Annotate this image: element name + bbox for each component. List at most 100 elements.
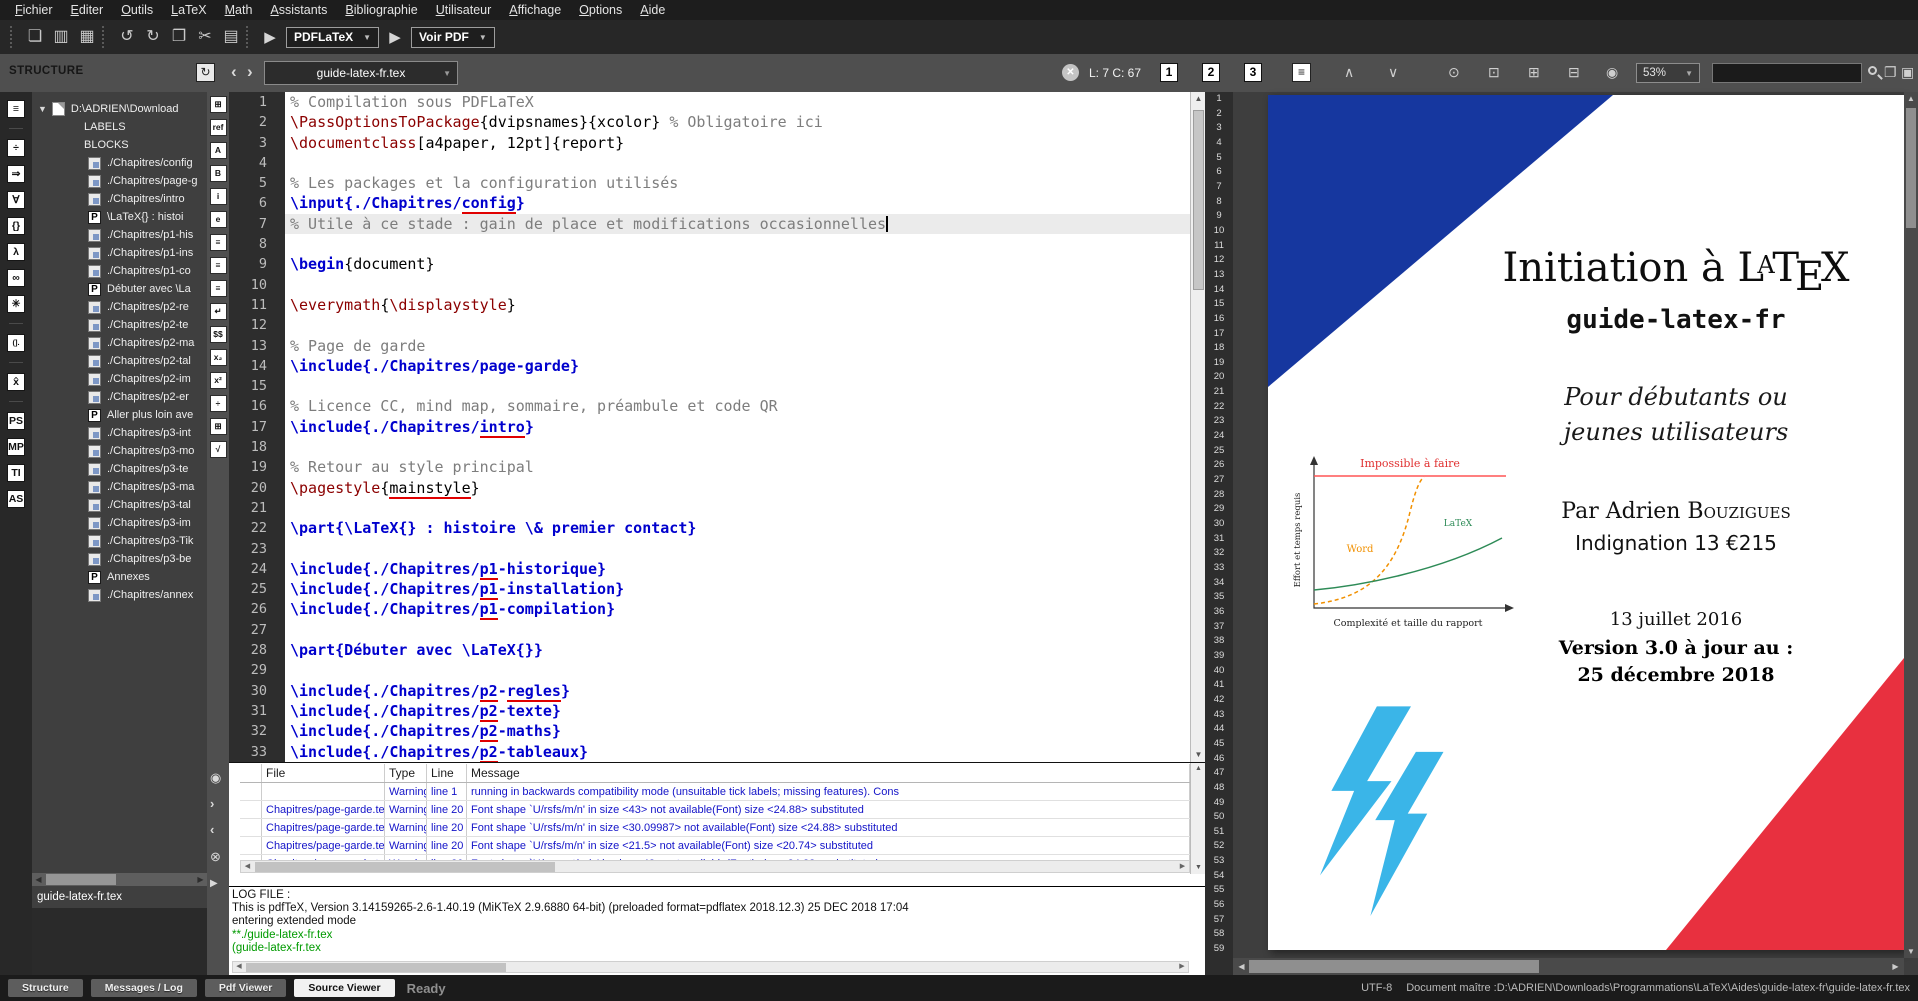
pdf-line-number[interactable]: 9	[1205, 209, 1233, 224]
scroll-up-icon[interactable]: ▲	[1191, 92, 1206, 106]
scroll-left-icon[interactable]: ◀	[1235, 960, 1248, 973]
editor-line[interactable]: 10	[229, 275, 1190, 295]
toc-view-icon[interactable]: ≡	[1292, 63, 1311, 82]
editor-line[interactable]: 1% Compilation sous PDFLaTeX	[229, 92, 1190, 112]
pdf-line-number[interactable]: 2	[1205, 107, 1233, 122]
editor-line[interactable]: 7% Utile à ce stade : gain de place et m…	[229, 214, 1190, 234]
pdf-line-number[interactable]: 21	[1205, 385, 1233, 400]
eye-icon[interactable]: ◉	[210, 770, 221, 786]
editor-vertical-scrollbar[interactable]: ▲ ▼	[1190, 92, 1205, 762]
tree-item[interactable]: ./Chapitres/p2-ma	[32, 334, 207, 352]
editor-line[interactable]: 13% Page de garde	[229, 336, 1190, 356]
menu-item-fichier[interactable]: Fichier	[6, 0, 62, 20]
pstricks-tab[interactable]: PS	[7, 412, 25, 430]
paste-icon[interactable]: ▤	[218, 25, 244, 49]
pdf-line-number[interactable]: 27	[1205, 473, 1233, 488]
greek-tab[interactable]: λ	[7, 243, 25, 261]
previous-page-icon[interactable]: ∧	[1344, 64, 1354, 81]
tree-item[interactable]: ./Chapitres/intro	[32, 190, 207, 208]
editor-line[interactable]: 14\include{./Chapitres/page-garde}	[229, 356, 1190, 376]
align-right-icon[interactable]: ≡	[210, 280, 227, 297]
next-error-icon[interactable]: ›	[210, 796, 214, 811]
matrix-icon[interactable]: ⊞	[210, 418, 227, 435]
messages-vertical-scrollbar[interactable]: ▲ ▼	[1190, 763, 1205, 874]
zoom-level-select[interactable]: 53% ▼	[1636, 63, 1700, 83]
relations-tab[interactable]: ÷	[7, 139, 25, 157]
scroll-right-icon[interactable]: ▶	[1176, 962, 1188, 972]
save-icon[interactable]: ▦	[74, 25, 100, 49]
pdf-line-number[interactable]: 49	[1205, 796, 1233, 811]
editor-line[interactable]: 28\part{Débuter avec \LaTeX{}}	[229, 640, 1190, 660]
pdf-line-number[interactable]: 46	[1205, 752, 1233, 767]
scroll-right-icon[interactable]: ▶	[1176, 861, 1189, 872]
align-center-icon[interactable]: ≡	[210, 257, 227, 274]
tree-item[interactable]: ./Chapitres/page-g	[32, 172, 207, 190]
maximize-viewer-icon[interactable]: ▣	[1901, 64, 1914, 81]
tree-item[interactable]: ./Chapitres/config	[32, 154, 207, 172]
pdf-line-number[interactable]: 8	[1205, 195, 1233, 210]
fit-width-icon[interactable]: ⊡	[1488, 64, 1500, 81]
pdf-line-number[interactable]: 51	[1205, 825, 1233, 840]
pdf-line-number[interactable]: 10	[1205, 224, 1233, 239]
tree-item[interactable]: ./Chapitres/p3-te	[32, 460, 207, 478]
editor-line[interactable]: 16% Licence CC, mind map, sommaire, préa…	[229, 396, 1190, 416]
pdf-line-number[interactable]: 50	[1205, 810, 1233, 825]
align-left-icon[interactable]: ≡	[210, 234, 227, 251]
editor-line[interactable]: 33\include{./Chapitres/p2-tableaux}	[229, 742, 1190, 762]
pdf-line-number[interactable]: 52	[1205, 839, 1233, 854]
pdf-line-number[interactable]: 45	[1205, 737, 1233, 752]
pdf-line-number[interactable]: 48	[1205, 781, 1233, 796]
metapost-tab[interactable]: MP	[7, 438, 25, 456]
scroll-down-icon[interactable]: ▼	[1191, 862, 1206, 874]
tikz-tab[interactable]: TI	[7, 464, 25, 482]
tree-item[interactable]: ./Chapitres/p3-im	[32, 514, 207, 532]
editor-line[interactable]: 31\include{./Chapitres/p2-texte}	[229, 701, 1190, 721]
editor-line[interactable]: 19% Retour au style principal	[229, 457, 1190, 477]
message-row[interactable]: Warningline 1running in backwards compat…	[240, 783, 1190, 801]
editor-line[interactable]: 23	[229, 539, 1190, 559]
pdf-line-strip[interactable]: 1234567891011121314151617181920212223242…	[1205, 92, 1233, 958]
editor-file-tab[interactable]: guide-latex-fr.tex ▼	[264, 61, 458, 85]
tree-item[interactable]: ./Chapitres/annex	[32, 586, 207, 604]
editor-line[interactable]: 4	[229, 153, 1190, 173]
editor-line[interactable]: 8	[229, 234, 1190, 254]
tree-item[interactable]: ./Chapitres/p3-mo	[32, 442, 207, 460]
tree-item[interactable]: ./Chapitres/p3-be	[32, 550, 207, 568]
structure-horizontal-scrollbar[interactable]: ◀ ▶	[32, 873, 207, 886]
superscript-icon[interactable]: x²	[210, 372, 227, 389]
previous-error-icon[interactable]: ‹	[210, 822, 214, 837]
pdf-line-number[interactable]: 58	[1205, 927, 1233, 942]
misc-symbols-tab[interactable]: ∞	[7, 269, 25, 287]
pdf-line-number[interactable]: 11	[1205, 239, 1233, 254]
inline-math-icon[interactable]: $$	[210, 326, 227, 343]
arrows-tab[interactable]: ⇒	[7, 165, 25, 183]
editor-line[interactable]: 30\include{./Chapitres/p2-regles}	[229, 681, 1190, 701]
menu-item-assistants[interactable]: Assistants	[261, 0, 336, 20]
refresh-structure-icon[interactable]: ↻	[196, 63, 215, 82]
pdf-line-number[interactable]: 59	[1205, 942, 1233, 957]
tree-item[interactable]: ./Chapitres/p2-im	[32, 370, 207, 388]
scrollbar-thumb[interactable]	[1193, 110, 1204, 290]
menu-item-bibliographie[interactable]: Bibliographie	[336, 0, 426, 20]
editor-line[interactable]: 32\include{./Chapitres/p2-maths}	[229, 721, 1190, 741]
stop-log-icon[interactable]: ⊗	[210, 849, 221, 865]
pdf-line-number[interactable]: 56	[1205, 898, 1233, 913]
pdf-line-number[interactable]: 14	[1205, 283, 1233, 298]
pdf-line-number[interactable]: 35	[1205, 590, 1233, 605]
pdf-line-number[interactable]: 41	[1205, 678, 1233, 693]
pdf-vertical-scrollbar[interactable]: ▲ ▼	[1904, 92, 1918, 958]
editor-line[interactable]: 29	[229, 660, 1190, 680]
run-compile-icon[interactable]: ▶	[258, 28, 282, 46]
pdf-search-input[interactable]	[1712, 63, 1862, 83]
pdf-line-number[interactable]: 38	[1205, 634, 1233, 649]
editor-line[interactable]: 20\pagestyle{mainstyle}	[229, 478, 1190, 498]
menu-item-outils[interactable]: Outils	[112, 0, 162, 20]
pdf-line-number[interactable]: 19	[1205, 356, 1233, 371]
scroll-left-icon[interactable]: ◀	[32, 873, 45, 886]
play-log-icon[interactable]: ▶	[210, 878, 218, 889]
message-row[interactable]: Chapitres/page-garde.texWarningline 20Fo…	[240, 801, 1190, 819]
tree-item[interactable]: ./Chapitres/p1-co	[32, 262, 207, 280]
scroll-right-icon[interactable]: ▶	[1889, 960, 1902, 973]
pdf-line-number[interactable]: 53	[1205, 854, 1233, 869]
pdf-line-number[interactable]: 22	[1205, 400, 1233, 415]
